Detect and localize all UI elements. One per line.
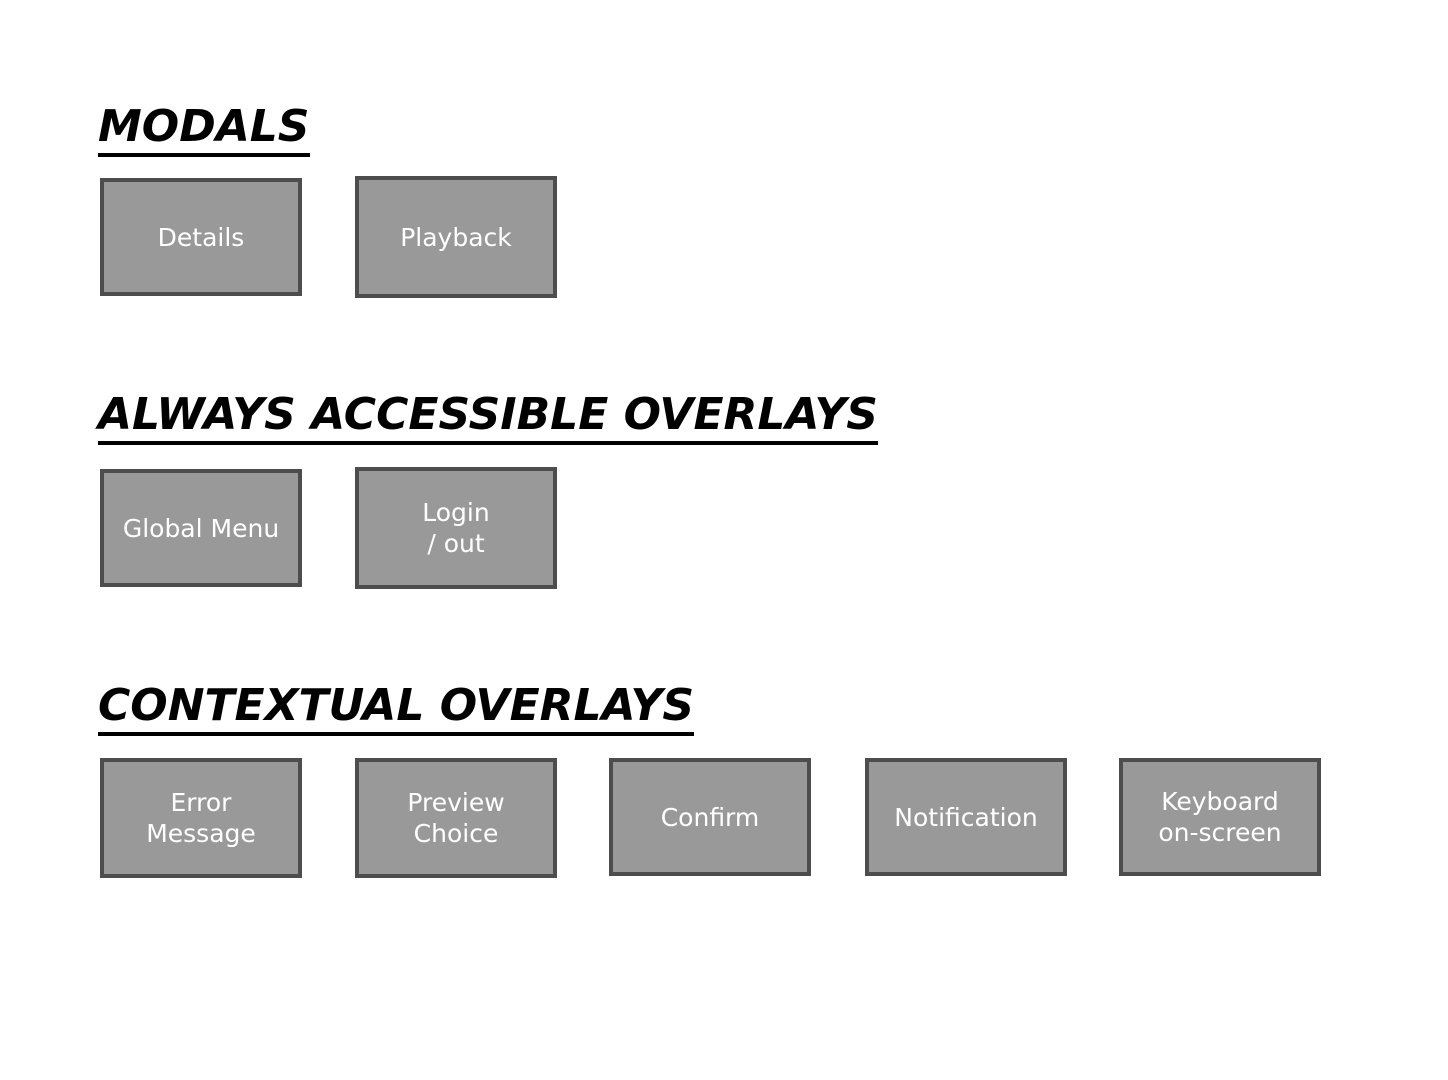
- box-global-menu-label: Global Menu: [122, 513, 280, 543]
- box-login-out-label: Login / out: [422, 498, 490, 558]
- section-heading-modals-text: MODALS: [98, 105, 310, 157]
- section-heading-modals: MODALS: [98, 105, 310, 157]
- box-global-menu[interactable]: Global Menu: [100, 469, 302, 587]
- box-keyboard-on-screen-label: Keyboard on-screen: [1158, 787, 1282, 847]
- box-error-message-label: Error Message: [146, 788, 256, 848]
- box-preview-choice[interactable]: Preview Choice: [355, 758, 557, 878]
- box-playback-label: Playback: [400, 222, 512, 252]
- box-notification-label: Notification: [894, 802, 1038, 832]
- box-preview-choice-label: Preview Choice: [407, 788, 505, 848]
- section-heading-always-accessible-overlays-text: ALWAYS ACCESSIBLE OVERLAYS: [98, 393, 878, 445]
- section-heading-always-accessible-overlays: ALWAYS ACCESSIBLE OVERLAYS: [98, 393, 878, 445]
- diagram-canvas: MODALS Details Playback ALWAYS ACCESSIBL…: [0, 0, 1448, 1080]
- section-heading-contextual-overlays-text: CONTEXTUAL OVERLAYS: [98, 684, 695, 736]
- box-keyboard-on-screen[interactable]: Keyboard on-screen: [1119, 758, 1321, 876]
- section-heading-contextual-overlays: CONTEXTUAL OVERLAYS: [98, 684, 695, 736]
- box-confirm[interactable]: Confirm: [609, 758, 811, 876]
- box-confirm-label: Confirm: [660, 802, 760, 832]
- box-login-out[interactable]: Login / out: [355, 467, 557, 589]
- box-playback[interactable]: Playback: [355, 176, 557, 298]
- box-details[interactable]: Details: [100, 178, 302, 296]
- box-error-message[interactable]: Error Message: [100, 758, 302, 878]
- box-notification[interactable]: Notification: [865, 758, 1067, 876]
- box-details-label: Details: [157, 222, 245, 252]
